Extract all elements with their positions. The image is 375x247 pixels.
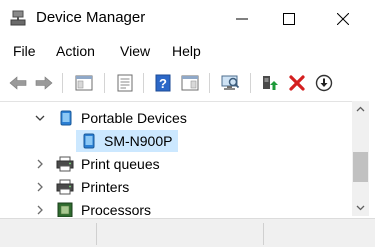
scroll-down-icon[interactable] xyxy=(352,199,369,216)
vertical-scrollbar[interactable] xyxy=(352,101,369,216)
toolbar-separator xyxy=(104,73,105,93)
update-driver-icon xyxy=(263,76,278,90)
chevron-right-icon[interactable] xyxy=(33,180,47,194)
close-button[interactable] xyxy=(320,0,366,38)
processor-icon xyxy=(57,202,73,217)
help-button[interactable]: ? xyxy=(151,71,175,95)
svg-text:?: ? xyxy=(159,76,167,91)
tree-node-print-queues[interactable]: Print queues xyxy=(0,153,352,175)
tree-node-label: Print queues xyxy=(81,156,160,172)
title-bar[interactable]: Device Manager xyxy=(0,0,375,38)
tree-node-processors[interactable]: Processors xyxy=(0,199,352,217)
tree-node-printers[interactable]: Printers xyxy=(0,176,352,198)
show-hide-console-tree-icon xyxy=(75,75,93,91)
tree-node-portable-devices[interactable]: Portable Devices xyxy=(0,107,352,129)
menu-bar: File Action View Help xyxy=(0,40,375,64)
status-divider xyxy=(263,223,264,245)
tree-node-label: Portable Devices xyxy=(81,110,187,126)
portable-device-icon xyxy=(58,110,74,126)
disable-device-button[interactable] xyxy=(312,71,336,95)
device-manager-window: Device Manager File Action View Help ? P… xyxy=(0,0,375,247)
forward-button[interactable] xyxy=(32,71,56,95)
chevron-right-icon[interactable] xyxy=(33,157,47,171)
toolbar: ? xyxy=(0,67,375,99)
toolbar-separator xyxy=(143,73,144,93)
menu-view[interactable]: View xyxy=(120,43,150,59)
maximize-button[interactable] xyxy=(266,0,312,38)
scan-hardware-icon xyxy=(221,75,240,90)
show-hide-console-tree-button[interactable] xyxy=(72,71,96,95)
toolbar-separator xyxy=(62,73,63,93)
tree-node-label: Processors xyxy=(81,202,152,217)
help-icon: ? xyxy=(155,74,171,92)
forward-arrow-icon xyxy=(35,76,53,90)
maximize-icon xyxy=(283,13,295,25)
properties-icon xyxy=(117,74,133,92)
chevron-down-icon[interactable] xyxy=(33,111,47,125)
device-manager-icon xyxy=(10,10,26,26)
device-tree: Portable Devices SM-N900P Print queues P… xyxy=(0,101,352,217)
tree-node-label: SM-N900P xyxy=(104,133,173,149)
uninstall-device-button[interactable] xyxy=(285,71,309,95)
printer-icon xyxy=(56,179,74,195)
menu-help[interactable]: Help xyxy=(172,43,201,59)
tree-node-label: Printers xyxy=(81,179,130,195)
scrollbar-thumb[interactable] xyxy=(353,152,368,182)
window-title: Device Manager xyxy=(36,9,146,26)
menu-action[interactable]: Action xyxy=(56,43,95,59)
scroll-up-icon[interactable] xyxy=(352,101,369,118)
chevron-right-icon[interactable] xyxy=(33,203,47,217)
properties-button[interactable] xyxy=(113,71,137,95)
back-arrow-icon xyxy=(9,76,27,90)
scan-hardware-button[interactable] xyxy=(218,71,242,95)
status-divider xyxy=(96,223,97,245)
tree-node-sm-n900p[interactable]: SM-N900P xyxy=(0,130,352,152)
menu-file[interactable]: File xyxy=(13,43,36,59)
minimize-icon xyxy=(236,18,248,20)
close-icon xyxy=(337,13,349,25)
action-pane-icon xyxy=(181,75,199,91)
phone-device-icon xyxy=(81,133,97,149)
minimize-button[interactable] xyxy=(219,0,265,38)
disable-device-icon xyxy=(315,74,333,92)
status-bar xyxy=(0,218,375,247)
uninstall-device-icon xyxy=(289,75,305,91)
toolbar-separator xyxy=(209,73,210,93)
printer-icon xyxy=(56,156,74,172)
toolbar-separator xyxy=(250,73,251,93)
back-button[interactable] xyxy=(6,71,30,95)
action-pane-button[interactable] xyxy=(178,71,202,95)
update-driver-button[interactable] xyxy=(258,71,282,95)
